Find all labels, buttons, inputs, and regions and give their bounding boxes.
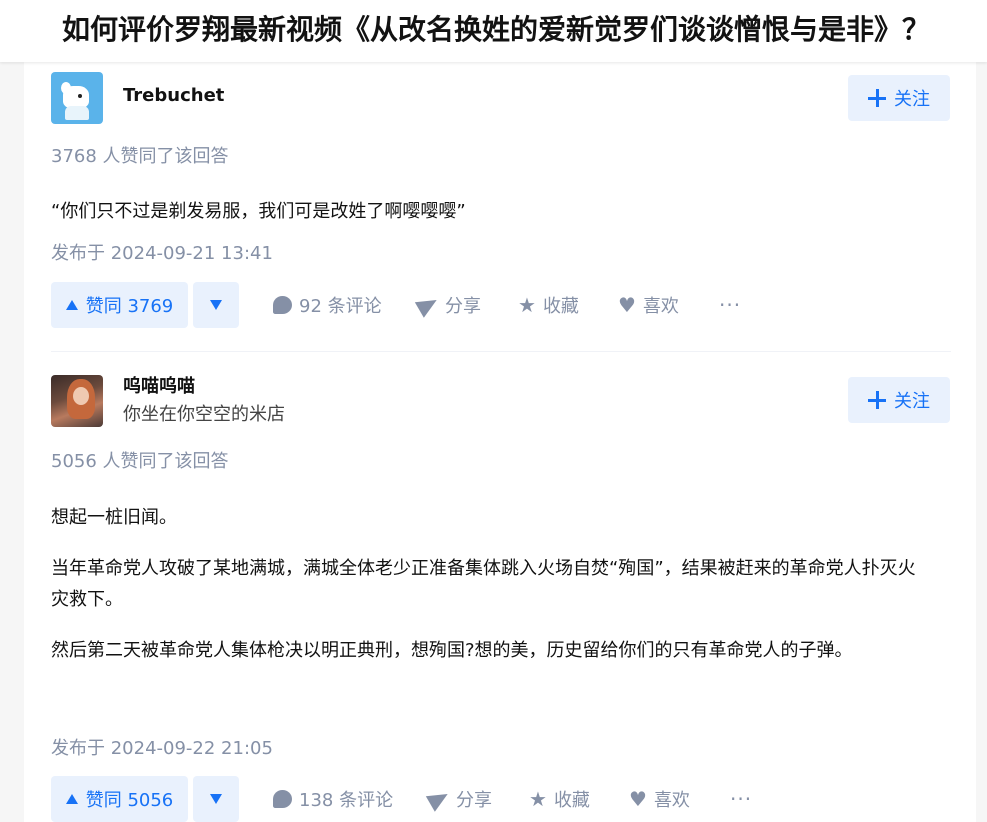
voteup-count: 5056 人赞同了该回答 [51, 451, 229, 472]
votedown-button[interactable] [193, 776, 239, 822]
like-label: 喜欢 [653, 790, 690, 811]
favorite-label: 收藏 [542, 296, 579, 317]
answer-divider [51, 351, 951, 352]
follow-button[interactable]: 关注 [848, 377, 950, 423]
star-icon: ★ [518, 293, 536, 317]
triangle-up-icon [65, 794, 78, 804]
triangle-down-icon [210, 300, 222, 310]
answer-paragraph: “你们只不过是剃发易服，我们可是改姓了啊嘤嘤嘤” [51, 201, 466, 222]
like-label: 喜欢 [642, 296, 679, 317]
question-title[interactable]: 如何评价罗翔最新视频《从改名换姓的爱新觉罗们谈谈憎恨与是非》？ [62, 10, 972, 50]
triangle-down-icon [210, 794, 222, 804]
more-button[interactable]: ··· [719, 282, 741, 328]
question-header: 如何评价罗翔最新视频《从改名换姓的爱新觉罗们谈谈憎恨与是非》？ [0, 0, 987, 62]
share-label: 分享 [445, 296, 481, 317]
follow-label: 关注 [894, 89, 930, 110]
heart-icon: ♥ [629, 787, 647, 811]
votedown-button[interactable] [193, 282, 239, 328]
answer-content: 想起一桩旧闻。 当年革命党人攻破了某地满城，满城全体老少正准备集体跳入火场自焚“… [51, 502, 931, 666]
like-button[interactable]: ♥ 喜欢 [618, 282, 679, 328]
publish-time[interactable]: 发布于 2024-09-22 21:05 [51, 734, 273, 760]
plus-icon [868, 391, 886, 409]
answer-paragraph: 想起一桩旧闻。 [51, 507, 177, 528]
answer-paragraph: 然后第二天被革命党人集体枪决以明正典刑，想殉国?想的美，历史留给你们的只有革命党… [51, 640, 853, 661]
heart-icon: ♥ [618, 293, 636, 317]
author-name[interactable]: Trebuchet [123, 85, 224, 106]
share-button[interactable]: 分享 [425, 776, 492, 822]
answer-item: Trebuchet 关注 3768 人赞同了该回答 “你们只不过是剃发易服，我们… [24, 62, 976, 352]
author-avatar[interactable] [51, 72, 103, 124]
answer-list: Trebuchet 关注 3768 人赞同了该回答 “你们只不过是剃发易服，我们… [24, 62, 976, 822]
favorite-label: 收藏 [553, 790, 590, 811]
answer-content: “你们只不过是剃发易服，我们可是改姓了啊嘤嘤嘤” [51, 196, 931, 227]
follow-label: 关注 [894, 391, 930, 412]
answer-actions: 赞同 5056 138 条评论 分享 ★ 收藏 ♥ 喜欢 ··· [51, 776, 951, 822]
answer-actions: 赞同 3769 92 条评论 分享 ★ 收藏 ♥ 喜欢 ··· [51, 282, 951, 328]
paper-plane-icon [425, 786, 453, 812]
more-button[interactable]: ··· [730, 776, 752, 822]
follow-button[interactable]: 关注 [848, 75, 950, 121]
publish-time[interactable]: 发布于 2024-09-21 13:41 [51, 239, 273, 265]
star-icon: ★ [529, 787, 547, 811]
author-name[interactable]: 呜喵呜喵 [123, 372, 195, 398]
comment-button[interactable]: 92 条评论 [273, 282, 382, 328]
triangle-up-icon [65, 300, 78, 310]
voteup-label: 赞同 3769 [85, 296, 174, 317]
share-button[interactable]: 分享 [414, 282, 481, 328]
voteup-label: 赞同 5056 [85, 790, 174, 811]
favorite-button[interactable]: ★ 收藏 [529, 776, 590, 822]
paper-plane-icon [414, 292, 442, 318]
comment-button[interactable]: 138 条评论 [273, 776, 393, 822]
plus-icon [868, 89, 886, 107]
author-bio: 你坐在你空空的米店 [123, 404, 285, 425]
voteup-count: 3768 人赞同了该回答 [51, 146, 229, 167]
author-avatar[interactable] [51, 375, 103, 427]
comment-label: 92 条评论 [299, 296, 382, 317]
answer-paragraph: 当年革命党人攻破了某地满城，满城全体老少正准备集体跳入火场自焚“殉国”，结果被赶… [51, 558, 916, 610]
like-button[interactable]: ♥ 喜欢 [629, 776, 690, 822]
favorite-button[interactable]: ★ 收藏 [518, 282, 579, 328]
answer-item: 呜喵呜喵 你坐在你空空的米店 关注 5056 人赞同了该回答 想起一桩旧闻。 当… [24, 362, 976, 822]
voteup-button[interactable]: 赞同 5056 [51, 776, 188, 822]
comment-label: 138 条评论 [299, 790, 394, 811]
share-label: 分享 [456, 790, 492, 811]
comment-bubble-icon [273, 790, 292, 808]
voteup-button[interactable]: 赞同 3769 [51, 282, 188, 328]
comment-bubble-icon [273, 296, 292, 314]
